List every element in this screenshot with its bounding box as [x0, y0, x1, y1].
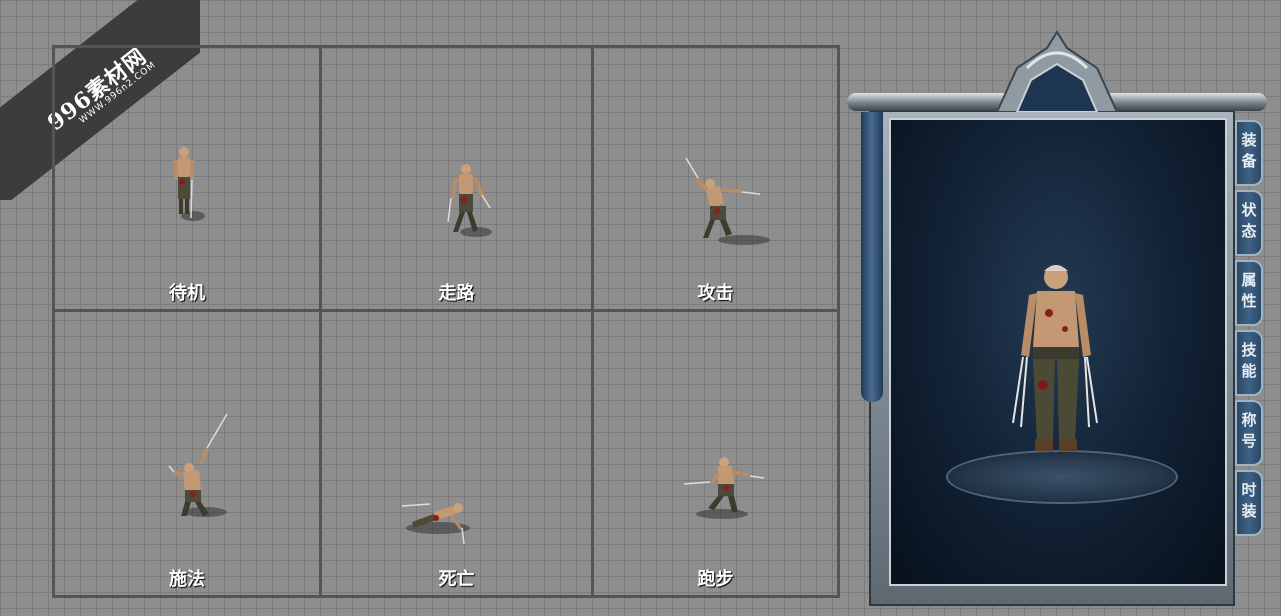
sprite-idle	[167, 144, 207, 228]
sprite-death	[400, 492, 476, 552]
tab-titles[interactable]: 称号	[1235, 400, 1263, 466]
cell-idle: 待机	[55, 48, 322, 312]
tab-fashion[interactable]: 时装	[1235, 470, 1263, 536]
tab-attributes[interactable]: 属性	[1235, 260, 1263, 326]
cell-walk: 走路	[322, 48, 594, 312]
anim-label-run: 跑步	[697, 569, 734, 590]
animation-grid: 待机 走路 攻击 施法 死亡 跑步	[52, 45, 840, 598]
sprite-run	[680, 452, 766, 524]
sprite-cast	[165, 412, 245, 527]
tab-skills[interactable]: 技能	[1235, 330, 1263, 396]
anim-label-attack: 攻击	[697, 283, 734, 304]
panel-left-ornament	[861, 112, 883, 402]
sprite-attack	[684, 156, 784, 252]
sprite-walk	[440, 160, 502, 244]
tab-status[interactable]: 状态	[1235, 190, 1263, 256]
tab-equipment[interactable]: 装备	[1235, 120, 1263, 186]
cell-death: 死亡	[322, 312, 594, 595]
panel-tab-column: 装备 状态 属性 技能 称号 时装	[1235, 120, 1265, 580]
character-panel: 装备 状态 属性 技能 称号 时装	[847, 28, 1267, 606]
character-view	[889, 118, 1227, 586]
anim-label-death: 死亡	[438, 569, 475, 590]
anim-label-idle: 待机	[169, 283, 205, 304]
cell-attack: 攻击	[594, 48, 837, 312]
anim-label-walk: 走路	[438, 283, 475, 304]
cell-run: 跑步	[594, 312, 837, 595]
anim-label-cast: 施法	[169, 569, 205, 590]
character-model	[1001, 255, 1111, 479]
stage: 996素材网 WWW.996n2.COM 待机 走路 攻击 施法 死亡 跑步 装…	[0, 0, 1281, 616]
panel-crest	[987, 28, 1127, 113]
cell-cast: 施法	[55, 312, 322, 595]
